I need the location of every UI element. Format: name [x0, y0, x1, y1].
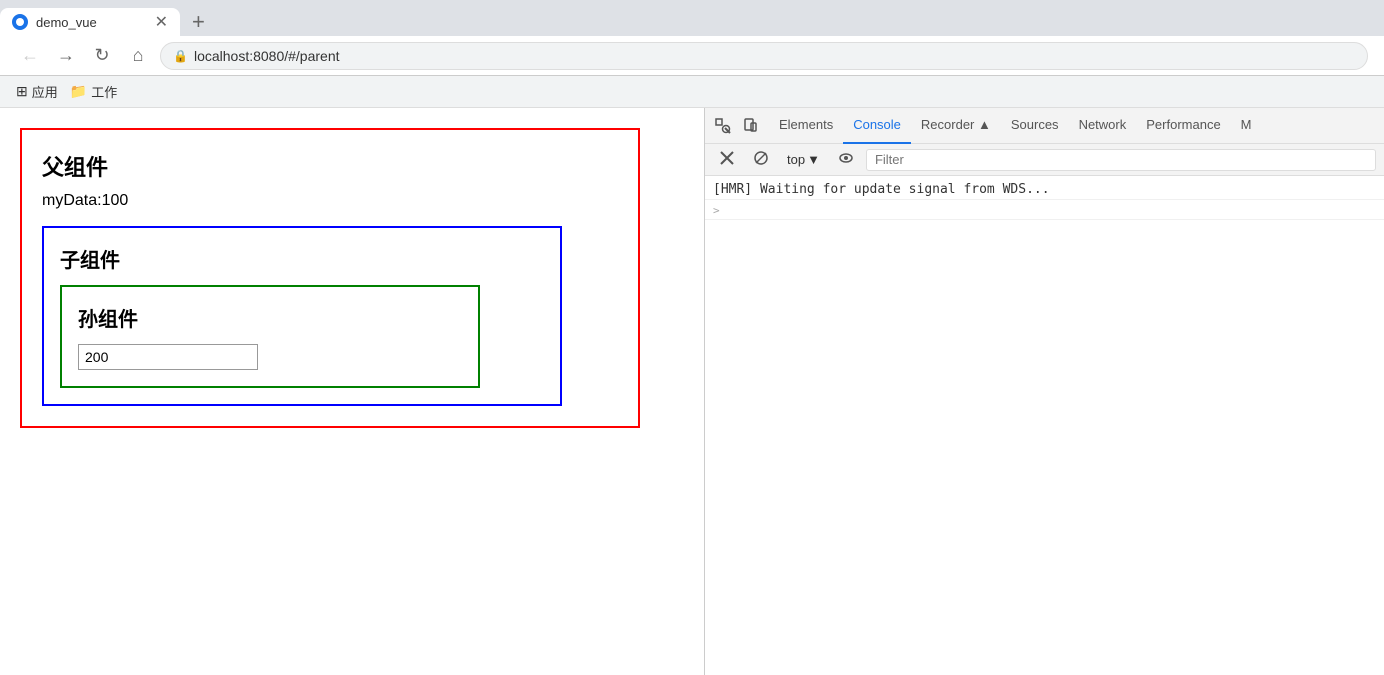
bookmark-apps-label: 应用 [32, 82, 58, 101]
child-title: 子组件 [60, 244, 544, 273]
active-tab[interactable]: demo_vue ✕ [0, 8, 180, 36]
tab-favicon [12, 14, 28, 30]
console-output: [HMR] Waiting for update signal from WDS… [705, 176, 1384, 675]
web-content: 父组件 myData:100 子组件 孙组件 [0, 108, 704, 675]
tab-recorder[interactable]: Recorder ▲ [911, 108, 1001, 144]
console-line-text: [HMR] Waiting for update signal from WDS… [713, 182, 1050, 197]
parent-component: 父组件 myData:100 子组件 孙组件 [20, 128, 640, 428]
tab-title: demo_vue [36, 15, 147, 30]
devtools-side-icons [709, 116, 765, 136]
parent-data: myData:100 [42, 192, 618, 210]
devtools-tab-bar: Elements Console Recorder ▲ Sources Netw… [705, 108, 1384, 144]
forward-button[interactable]: → [52, 42, 80, 70]
block-icon-button[interactable] [747, 147, 775, 172]
device-toolbar-button[interactable] [737, 116, 765, 136]
bookmark-work-label: 工作 [91, 82, 117, 101]
browser-window: demo_vue ✕ + ← → ↻ ⌂ 🔒 localhost:8080/#/… [0, 0, 1384, 675]
expand-icon: > [713, 204, 720, 217]
tab-close-button[interactable]: ✕ [155, 12, 168, 32]
back-button[interactable]: ← [16, 42, 44, 70]
folder-icon: 📁 [70, 83, 87, 100]
url-text: localhost:8080/#/parent [194, 48, 340, 64]
context-dropdown[interactable]: top ▼ [781, 150, 826, 169]
console-toolbar: top ▼ [705, 144, 1384, 176]
lock-icon: 🔒 [173, 49, 188, 63]
tab-console[interactable]: Console [843, 108, 911, 144]
inspect-element-button[interactable] [709, 116, 737, 136]
bookmark-work[interactable]: 📁 工作 [70, 82, 117, 101]
console-line: [HMR] Waiting for update signal from WDS… [705, 180, 1384, 200]
grandchild-title: 孙组件 [78, 303, 462, 332]
tab-more[interactable]: M [1231, 108, 1262, 144]
devtools-panel: Elements Console Recorder ▲ Sources Netw… [704, 108, 1384, 675]
apps-icon: ⊞ [16, 83, 28, 100]
main-area: 父组件 myData:100 子组件 孙组件 [0, 108, 1384, 675]
new-tab-button[interactable]: + [184, 9, 213, 35]
filter-input[interactable] [866, 149, 1376, 171]
tab-sources[interactable]: Sources [1001, 108, 1069, 144]
child-component: 子组件 孙组件 [42, 226, 562, 406]
bookmarks-bar: ⊞ 应用 📁 工作 [0, 76, 1384, 108]
url-bar[interactable]: 🔒 localhost:8080/#/parent [160, 42, 1368, 70]
tab-elements[interactable]: Elements [769, 108, 843, 144]
home-button[interactable]: ⌂ [124, 42, 152, 70]
parent-title: 父组件 [42, 150, 618, 182]
bookmark-apps[interactable]: ⊞ 应用 [16, 82, 58, 101]
grandchild-component: 孙组件 [60, 285, 480, 388]
tab-performance[interactable]: Performance [1136, 108, 1230, 144]
dropdown-arrow-icon: ▼ [807, 152, 820, 167]
grandchild-input[interactable] [78, 344, 258, 370]
tab-network[interactable]: Network [1069, 108, 1137, 144]
eye-button[interactable] [832, 147, 860, 172]
context-label: top [787, 152, 805, 167]
refresh-button[interactable]: ↻ [88, 42, 116, 70]
console-expand-line[interactable]: > [705, 200, 1384, 220]
clear-console-button[interactable] [713, 147, 741, 172]
tab-bar: demo_vue ✕ + [0, 0, 1384, 36]
address-bar: ← → ↻ ⌂ 🔒 localhost:8080/#/parent [0, 36, 1384, 76]
